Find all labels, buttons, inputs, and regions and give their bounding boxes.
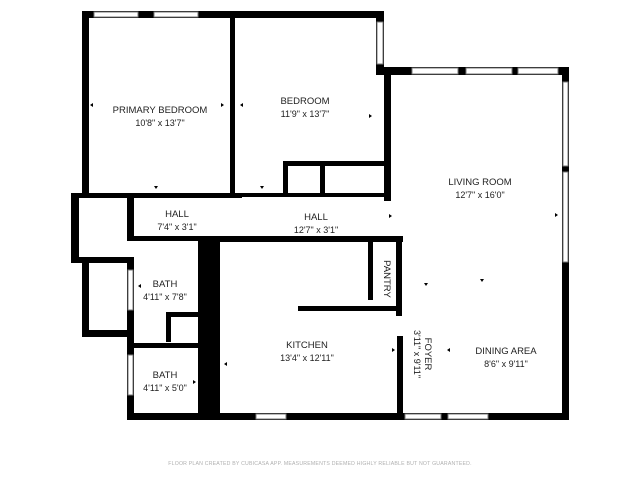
room-primary-bedroom-name: PRIMARY BEDROOM: [113, 105, 208, 116]
window-living-top-1: [411, 67, 459, 75]
window-primary-top: [93, 11, 139, 18]
room-primary-bedroom-dims: 10'8" x 13'7": [135, 118, 184, 128]
tick-5: [154, 186, 158, 189]
room-bedroom-name: BEDROOM: [280, 96, 329, 107]
tick-4: [369, 114, 372, 118]
wall-primary-left: [82, 11, 89, 197]
wall-pantry-right: [396, 236, 402, 316]
wall-hall-right-stub: [384, 193, 391, 201]
tick-9: [555, 213, 558, 217]
tick-6: [260, 186, 264, 189]
wall-bath-bottom-outer: [82, 330, 134, 337]
window-living-right-1: [562, 81, 569, 167]
wall-closet-top: [283, 161, 388, 166]
window-kitchen-bottom: [255, 413, 287, 420]
room-bath-lower-dims: 4'11" x 5'0": [143, 383, 187, 393]
tick-12: [224, 362, 227, 366]
window-bedroom-right: [376, 21, 384, 65]
wall-hall-top-right: [232, 193, 390, 197]
room-living-name: LIVING ROOM: [448, 177, 511, 188]
wall-kitchen-top: [218, 236, 403, 242]
room-bath-lower-name: BATH: [153, 370, 178, 381]
room-hall-left-dims: 7'4" x 3'1": [157, 222, 196, 232]
tick-11: [447, 348, 450, 352]
tick-8: [424, 283, 428, 286]
window-dining-bottom: [447, 413, 489, 420]
window-living-right-2: [562, 171, 569, 263]
room-living-dims: 12'7" x 16'0": [455, 190, 504, 200]
room-foyer-name: FOYER: [422, 338, 433, 371]
room-hall-center-name: HALL: [304, 212, 328, 223]
room-pantry-name: PANTRY: [381, 260, 392, 298]
tick-10: [392, 348, 395, 352]
room-bath-upper-dims: 4'11" x 7'8": [143, 292, 187, 302]
wall-closet-mid: [320, 161, 325, 197]
room-hall-center-dims: 12'7" x 3'1": [294, 225, 338, 235]
wall-bedroom-living: [384, 67, 391, 197]
room-hall-left-name: HALL: [165, 209, 189, 220]
wall-foyer: [397, 336, 403, 420]
wall-pantry-left: [368, 242, 373, 300]
wall-bedroom-divider: [230, 15, 235, 195]
window-living-top-3: [517, 67, 559, 75]
wall-bath-left-outer: [82, 257, 89, 337]
door-bath-lower: [127, 354, 134, 396]
labels: PRIMARY BEDROOM 10'8" x 13'7" BEDROOM 11…: [113, 96, 538, 393]
tick-3: [240, 103, 243, 107]
room-kitchen-dims: 13'4" x 12'11": [280, 353, 334, 363]
room-bedroom-dims: 11'9" x 13'7": [281, 109, 330, 119]
wall-bath-divider-b: [166, 312, 171, 342]
room-dining-dims: 8'6" x 9'11": [484, 359, 528, 369]
wall-alcove-left: [71, 193, 79, 263]
tick-7: [480, 279, 484, 282]
wall-bath-divider-c: [133, 343, 198, 348]
wall-alcove-bottom: [71, 257, 133, 263]
room-kitchen-name: KITCHEN: [286, 340, 328, 351]
footer-disclaimer: FLOOR PLAN CREATED BY CUBICASA APP. MEAS…: [168, 461, 471, 467]
wall-hall-left-side: [127, 193, 134, 239]
tick-13: [389, 214, 392, 218]
wall-chase: [198, 238, 220, 420]
wall-hall-top: [82, 193, 242, 198]
wall-kitchen-mid: [298, 306, 402, 311]
wall-closet-left: [283, 161, 288, 197]
window-bedroom-top: [153, 11, 199, 18]
room-bath-upper-name: BATH: [153, 279, 178, 290]
tick-1: [90, 103, 93, 107]
tick-15: [138, 284, 141, 288]
window-living-top-2: [465, 67, 513, 75]
room-foyer-dims: 3'11" x 9'11": [412, 330, 422, 378]
room-dining-name: DINING AREA: [475, 346, 537, 357]
floor-plan: PRIMARY BEDROOM 10'8" x 13'7" BEDROOM 11…: [71, 11, 569, 467]
door-foyer-bottom: [404, 413, 442, 420]
tick-2: [221, 103, 224, 107]
tick-14: [193, 380, 196, 384]
door-bath-upper: [127, 269, 134, 311]
